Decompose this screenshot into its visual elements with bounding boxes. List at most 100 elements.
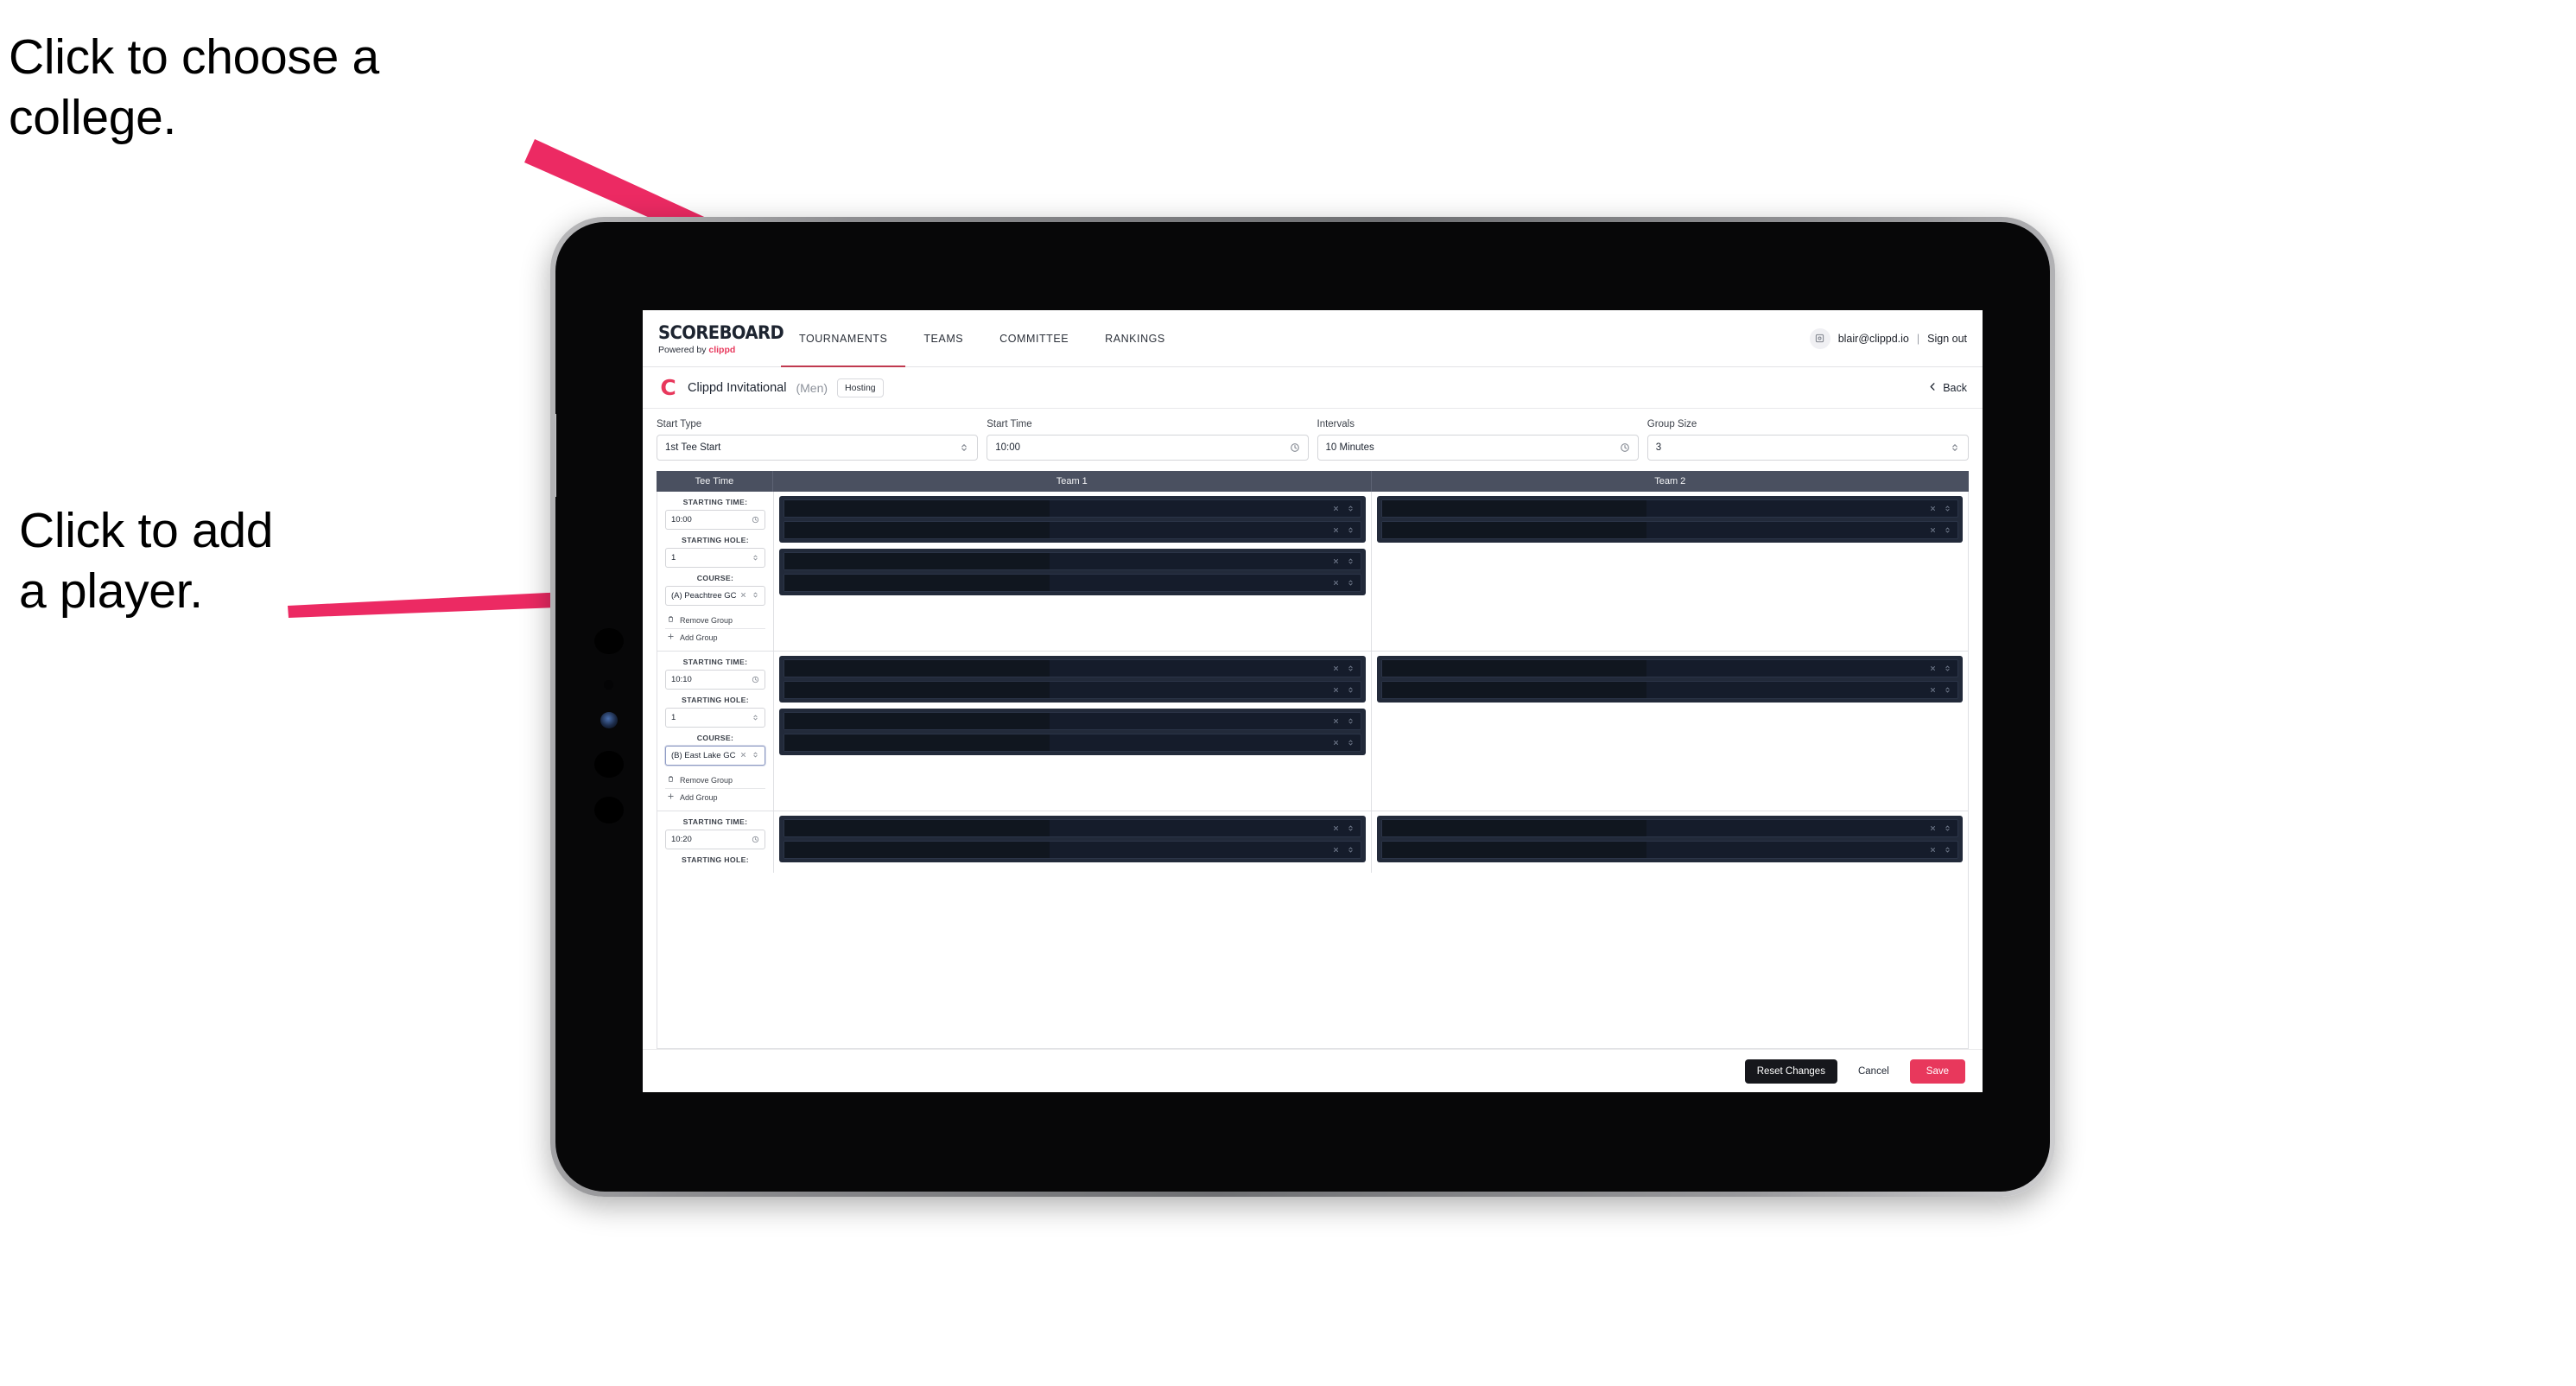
chevron-updown-icon bbox=[1347, 523, 1355, 538]
player-select[interactable] bbox=[784, 499, 1361, 518]
indicator-led-icon bbox=[600, 712, 618, 728]
chevron-left-icon bbox=[1928, 382, 1938, 394]
close-icon[interactable] bbox=[1332, 821, 1340, 836]
trash-icon bbox=[667, 775, 675, 785]
reset-changes-button[interactable]: Reset Changes bbox=[1744, 1059, 1837, 1084]
column-header-team-1: Team 1 bbox=[773, 471, 1372, 492]
chevron-updown-icon bbox=[752, 714, 759, 722]
chevron-updown-icon bbox=[959, 442, 969, 453]
close-icon[interactable] bbox=[739, 751, 747, 761]
player-select[interactable] bbox=[784, 819, 1361, 837]
starting-time-value: 10:10 bbox=[671, 675, 692, 684]
close-icon[interactable] bbox=[1929, 523, 1937, 538]
course-select[interactable]: (A) Peachtree GC bbox=[665, 586, 765, 606]
close-icon[interactable] bbox=[1929, 661, 1937, 677]
add-group-button[interactable]: Add Group bbox=[665, 628, 765, 645]
player-select[interactable] bbox=[784, 574, 1361, 592]
tee-time-cell: STARTING TIME: 10:00 STARTING HOLE: 1 CO… bbox=[657, 492, 774, 651]
clock-icon bbox=[1620, 442, 1630, 453]
tab-rankings[interactable]: RANKINGS bbox=[1087, 310, 1183, 366]
volume-button[interactable] bbox=[555, 414, 556, 497]
player-select[interactable] bbox=[1380, 521, 1958, 539]
chevron-updown-icon bbox=[1347, 501, 1355, 517]
close-icon[interactable] bbox=[1332, 661, 1340, 677]
tab-committee[interactable]: COMMITTEE bbox=[981, 310, 1087, 366]
close-icon[interactable] bbox=[1332, 501, 1340, 517]
tablet-screen: SCOREBOARD Powered by clippd TOURNAMENTS… bbox=[555, 222, 2050, 1192]
tab-tournaments[interactable]: TOURNAMENTS bbox=[781, 310, 906, 367]
label-intervals: Intervals bbox=[1317, 419, 1355, 429]
column-header-team-2: Team 2 bbox=[1654, 476, 1686, 486]
close-icon[interactable] bbox=[1929, 683, 1937, 698]
starting-hole-value: 1 bbox=[671, 553, 676, 563]
starting-time-input[interactable]: 10:10 bbox=[665, 670, 765, 690]
close-icon[interactable] bbox=[1929, 501, 1937, 517]
starting-hole-select[interactable]: 1 bbox=[665, 548, 765, 568]
remove-group-button[interactable]: Remove Group bbox=[665, 772, 765, 788]
trash-icon bbox=[667, 615, 675, 625]
tab-teams[interactable]: TEAMS bbox=[905, 310, 981, 366]
sensor-dot-icon bbox=[604, 680, 613, 690]
field-start-type: Start Type 1st Tee Start bbox=[657, 419, 979, 461]
course-select[interactable]: (B) East Lake GC bbox=[665, 746, 765, 766]
player-select[interactable] bbox=[1380, 681, 1958, 699]
sign-out-link[interactable]: Sign out bbox=[1927, 333, 1967, 345]
starting-hole-value: 1 bbox=[671, 713, 676, 722]
chevron-updown-icon bbox=[752, 751, 759, 761]
player-select[interactable] bbox=[784, 734, 1361, 752]
user-icon[interactable] bbox=[1809, 327, 1830, 349]
chevron-updown-icon bbox=[1347, 661, 1355, 677]
close-icon[interactable] bbox=[1332, 735, 1340, 751]
intervals-value: 10 Minutes bbox=[1325, 442, 1374, 453]
starting-time-input[interactable]: 10:00 bbox=[665, 510, 765, 530]
brand-logo[interactable]: SCOREBOARD Powered by clippd bbox=[643, 310, 784, 366]
starting-time-input[interactable]: 10:20 bbox=[665, 830, 765, 849]
close-icon[interactable] bbox=[1332, 554, 1340, 569]
close-icon[interactable] bbox=[1929, 821, 1937, 836]
start-type-select[interactable]: 1st Tee Start bbox=[657, 435, 979, 461]
plus-icon bbox=[667, 633, 675, 642]
player-block bbox=[779, 496, 1366, 543]
start-time-input[interactable]: 10:00 bbox=[987, 435, 1309, 461]
close-icon[interactable] bbox=[1929, 842, 1937, 858]
cancel-button[interactable]: Cancel bbox=[1848, 1059, 1900, 1084]
player-select[interactable] bbox=[784, 681, 1361, 699]
annotation-choose-college: Click to choose a college. bbox=[9, 29, 379, 145]
column-header-tee-time: Tee Time bbox=[657, 471, 773, 492]
close-icon[interactable] bbox=[1332, 523, 1340, 538]
player-block bbox=[779, 656, 1366, 703]
remove-group-button[interactable]: Remove Group bbox=[665, 612, 765, 628]
player-select[interactable] bbox=[1380, 659, 1958, 677]
player-select[interactable] bbox=[784, 841, 1361, 859]
label-starting-time: STARTING TIME: bbox=[682, 817, 748, 826]
player-select[interactable] bbox=[1380, 499, 1958, 518]
chevron-updown-icon bbox=[752, 591, 759, 601]
tee-time-cell: STARTING TIME: 10:10 STARTING HOLE: 1 CO… bbox=[657, 652, 774, 811]
chevron-updown-icon bbox=[1347, 714, 1355, 729]
player-select[interactable] bbox=[784, 552, 1361, 570]
group-size-select[interactable]: 3 bbox=[1646, 435, 1969, 461]
add-group-button[interactable]: Add Group bbox=[665, 788, 765, 805]
close-icon[interactable] bbox=[1332, 575, 1340, 591]
save-button[interactable]: Save bbox=[1909, 1059, 1965, 1084]
player-select[interactable] bbox=[784, 521, 1361, 539]
chevron-updown-icon bbox=[1347, 575, 1355, 591]
close-icon[interactable] bbox=[1332, 842, 1340, 858]
top-navigation: SCOREBOARD Powered by clippd TOURNAMENTS… bbox=[643, 310, 1983, 367]
player-select[interactable] bbox=[784, 712, 1361, 730]
player-block bbox=[1376, 656, 1963, 703]
close-icon[interactable] bbox=[1332, 714, 1340, 729]
back-button[interactable]: Back bbox=[1928, 382, 1967, 394]
starting-hole-select[interactable]: 1 bbox=[665, 708, 765, 728]
player-select[interactable] bbox=[784, 659, 1361, 677]
action-bar: Reset Changes Cancel Save bbox=[643, 1049, 1983, 1092]
chevron-updown-icon bbox=[1347, 821, 1355, 836]
close-icon[interactable] bbox=[1332, 683, 1340, 698]
brand-powered-name: clippd bbox=[708, 344, 736, 355]
player-select[interactable] bbox=[1380, 819, 1958, 837]
back-label: Back bbox=[1943, 381, 1967, 394]
close-icon[interactable] bbox=[739, 591, 747, 601]
intervals-input[interactable]: 10 Minutes bbox=[1317, 435, 1639, 461]
player-select[interactable] bbox=[1380, 841, 1958, 859]
player-block bbox=[779, 816, 1366, 862]
